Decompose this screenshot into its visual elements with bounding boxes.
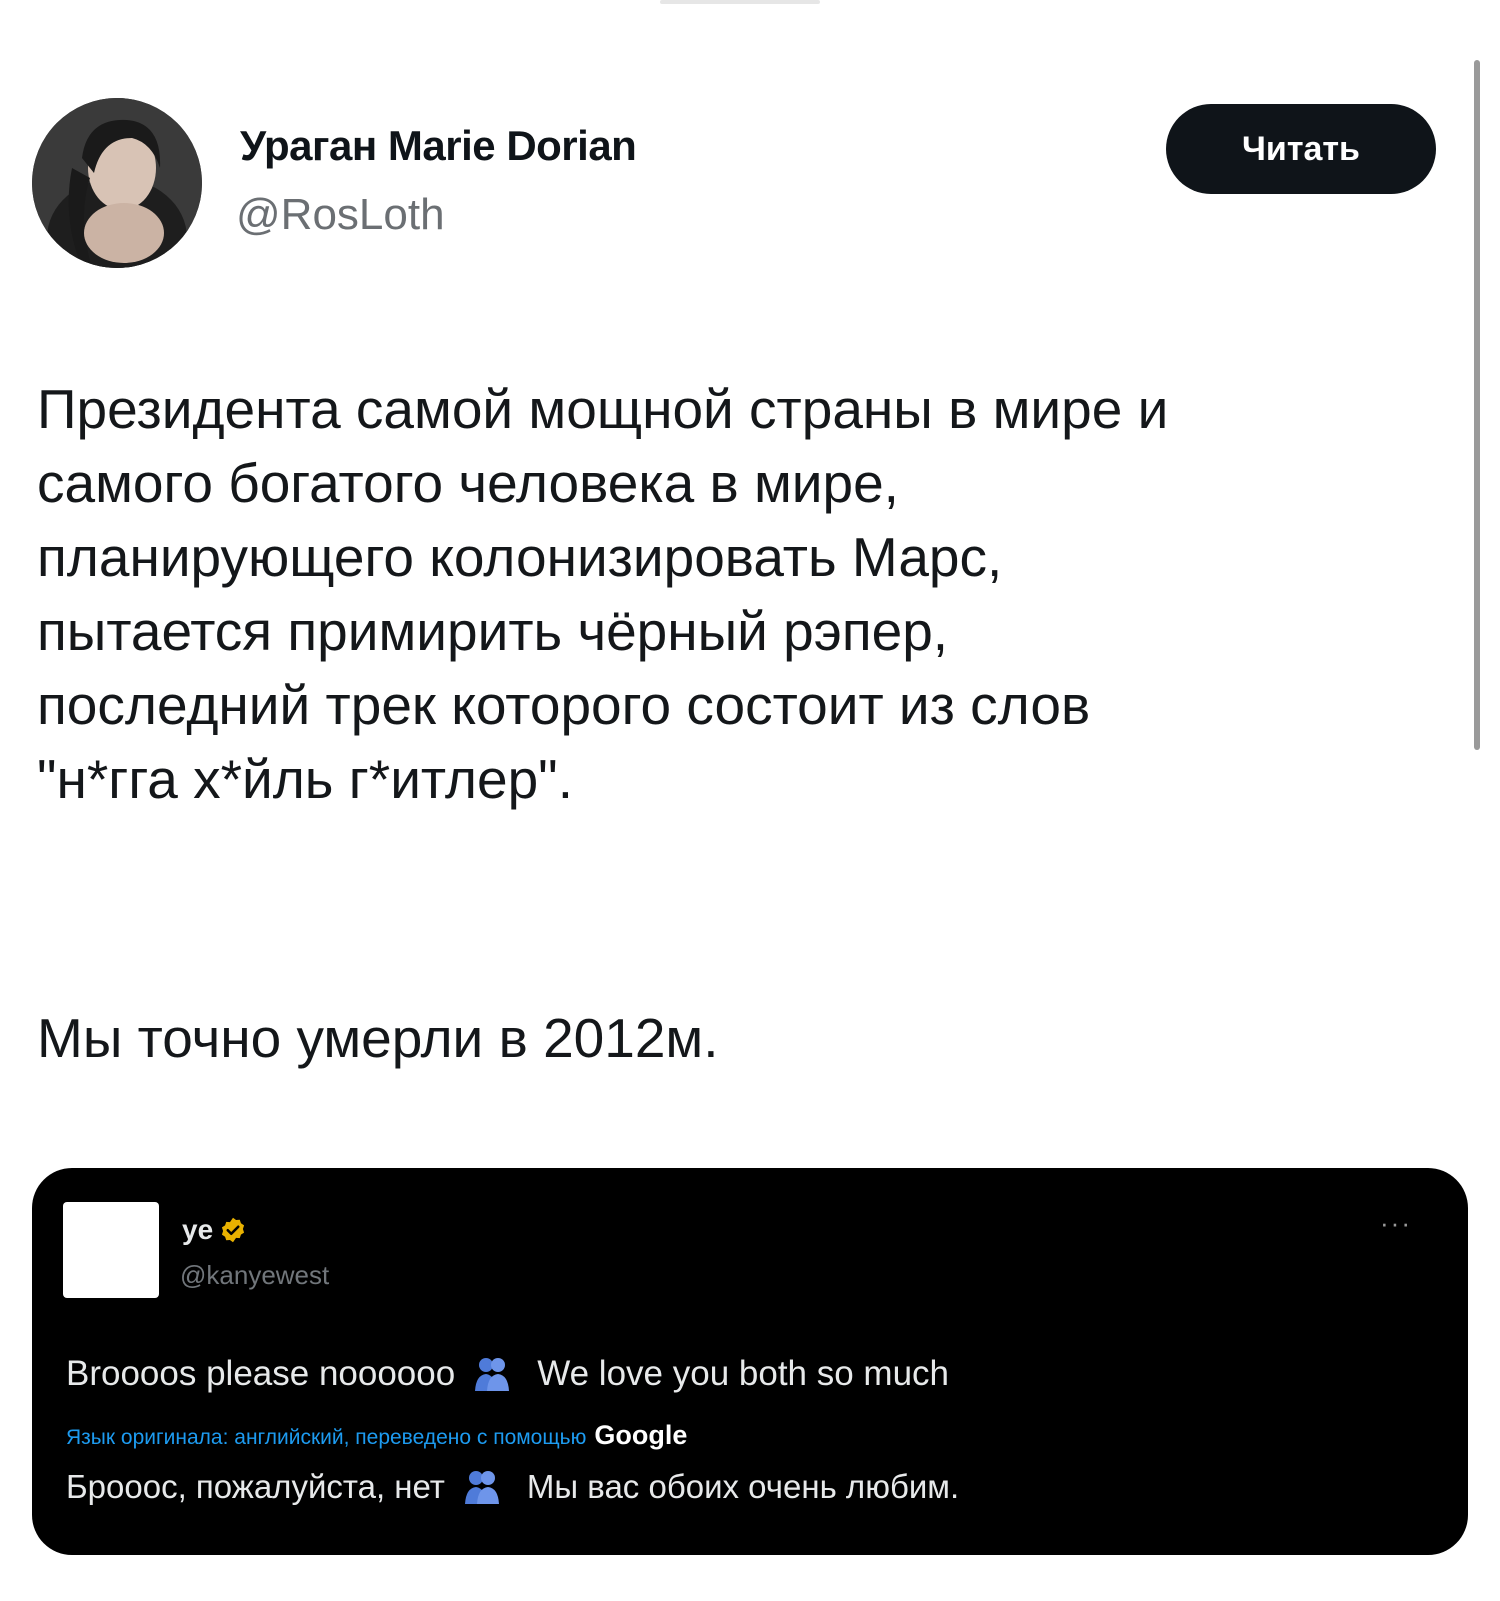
translation-note-text: Язык оригинала: английский, переведено с… — [66, 1426, 587, 1449]
avatar[interactable] — [32, 98, 202, 268]
embed-text-part: We love you both so much — [537, 1354, 950, 1393]
translation-note[interactable]: Язык оригинала: английский, переведено с… — [66, 1420, 687, 1451]
embed-translated-text: Брооос, пожалуйста, нет Мы вас обоих оче… — [66, 1468, 959, 1506]
tweet-text-line: планирующего колонизировать Марс, — [37, 526, 1003, 588]
verified-badge-icon — [222, 1217, 245, 1243]
google-logo-text: Google — [594, 1420, 688, 1450]
author-name[interactable]: Ураган Marie Dorian — [240, 122, 637, 170]
tweet-text-line: самого богатого человека в мире, — [37, 452, 899, 514]
tweet-text-line: Президента самой мощной страны в мире и — [37, 378, 1169, 440]
embed-author-name-text: ye — [182, 1214, 214, 1245]
embed-text-part: Broooos please noooooo — [66, 1354, 456, 1393]
embed-avatar[interactable] — [63, 1202, 159, 1298]
tweet-text-line: "н*гга х*йль г*итлер". — [37, 748, 573, 810]
top-edge-strip — [660, 0, 820, 4]
tweet-text-closing: Мы точно умерли в 2012м. — [37, 1007, 719, 1069]
embedded-tweet-image[interactable]: ye @kanyewest ··· Broooos please noooooo… — [32, 1168, 1468, 1555]
people-hugging-icon — [475, 1358, 510, 1391]
tweet-text-line: последний трек которого состоит из слов — [37, 674, 1091, 736]
embed-author-name[interactable]: ye — [182, 1214, 247, 1246]
people-hugging-icon — [464, 1471, 499, 1504]
author-handle[interactable]: @RosLoth — [236, 190, 445, 240]
embed-author-handle[interactable]: @kanyewest — [180, 1260, 329, 1291]
follow-button[interactable]: Читать — [1166, 104, 1436, 194]
scrollbar[interactable] — [1474, 60, 1480, 750]
embed-original-text: Broooos please noooooo We love you both … — [66, 1354, 949, 1394]
tweet-text-line: пытается примирить чёрный рэпер, — [37, 600, 949, 662]
embed-translated-part: Брооос, пожалуйста, нет — [66, 1468, 445, 1505]
tweet-text: Президента самой мощной страны в мире и … — [37, 372, 1457, 816]
embed-translated-part: Мы вас обоих очень любим. — [526, 1468, 960, 1505]
avatar-image — [32, 98, 202, 268]
more-options-icon[interactable]: ··· — [1380, 1208, 1412, 1239]
